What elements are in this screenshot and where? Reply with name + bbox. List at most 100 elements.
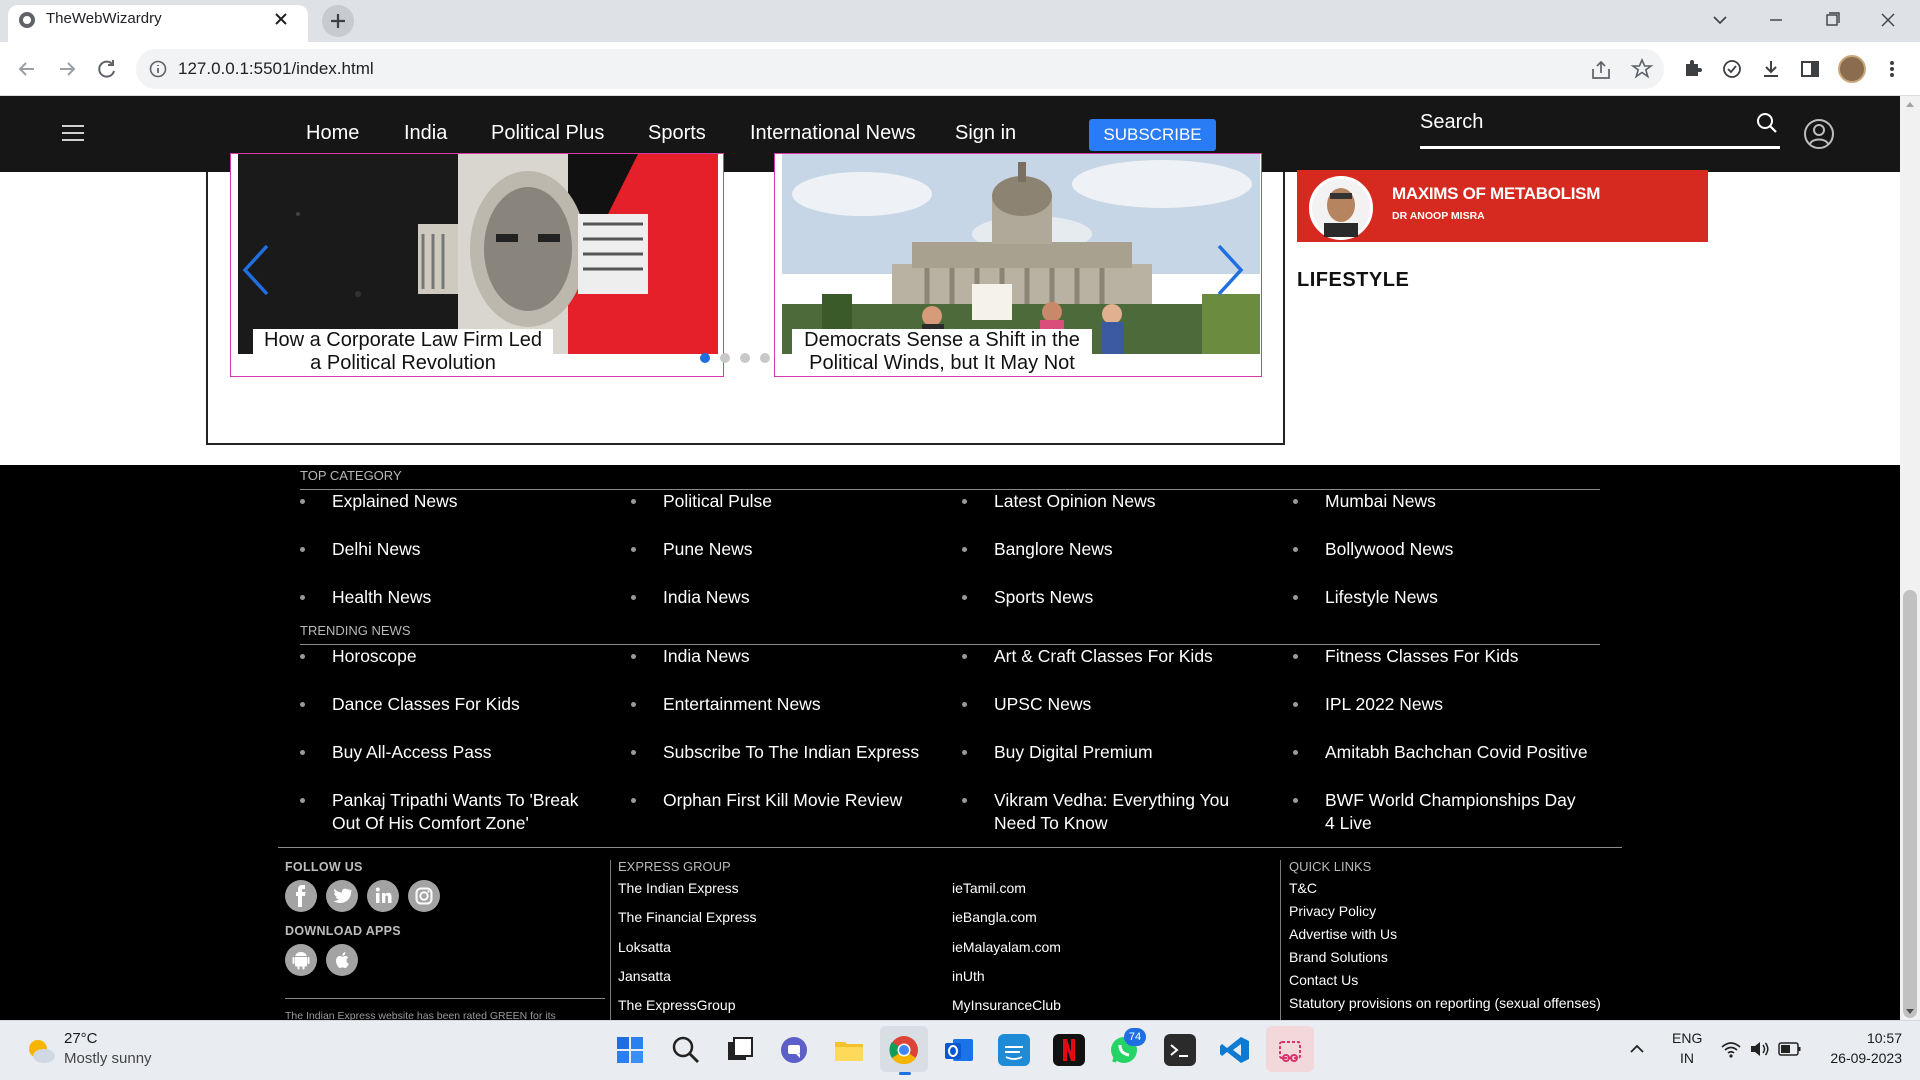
footer-link[interactable]: Bollywood News: [1293, 538, 1613, 561]
footer-link[interactable]: Political Pulse: [631, 490, 951, 513]
extensions-icon[interactable]: [1681, 57, 1705, 81]
footer-link[interactable]: Mumbai News: [1293, 490, 1613, 513]
apple-icon[interactable]: [326, 944, 358, 976]
back-arrow-icon[interactable]: [14, 56, 40, 82]
slide-card-1[interactable]: How a Corporate Law Firm Led a Political…: [230, 153, 724, 377]
footer-link[interactable]: Advertise with Us: [1289, 927, 1397, 941]
close-window-icon[interactable]: [1860, 0, 1916, 40]
clock-date[interactable]: 26-09-2023: [1820, 1050, 1902, 1066]
reload-icon[interactable]: [94, 56, 120, 82]
footer-link[interactable]: Entertainment News: [631, 693, 951, 716]
new-tab-button[interactable]: [322, 5, 354, 37]
footer-link[interactable]: Vikram Vedha: Everything You Need To Kno…: [962, 789, 1252, 835]
footer-link[interactable]: India News: [631, 586, 951, 609]
footer-link[interactable]: ieMalayalam.com: [952, 940, 1061, 954]
footer-link[interactable]: Amitabh Bachchan Covid Positive: [1293, 741, 1613, 764]
footer-link[interactable]: Sports News: [962, 586, 1282, 609]
slider-dot-1[interactable]: [700, 353, 710, 363]
battery-icon[interactable]: [1778, 1041, 1802, 1057]
footer-link[interactable]: Subscribe To The Indian Express: [631, 741, 951, 764]
footer-link[interactable]: ieBangla.com: [952, 910, 1037, 924]
chrome-icon[interactable]: [888, 1034, 920, 1066]
instagram-icon[interactable]: [408, 880, 440, 912]
footer-link[interactable]: inUth: [952, 969, 985, 983]
subscribe-button[interactable]: SUBSCRIBE: [1089, 119, 1216, 151]
footer-link[interactable]: Dance Classes For Kids: [300, 693, 620, 716]
extension-sync-icon[interactable]: [1720, 57, 1744, 81]
slider-dot-2[interactable]: [720, 353, 730, 363]
bookmark-star-icon[interactable]: [1630, 57, 1654, 81]
nav-sports[interactable]: Sports: [648, 122, 706, 145]
footer-link[interactable]: MyInsuranceClub: [952, 998, 1061, 1012]
footer-link[interactable]: The Financial Express: [618, 910, 757, 924]
close-icon[interactable]: [272, 10, 290, 28]
scroll-up-arrow-icon[interactable]: [1905, 100, 1915, 108]
footer-link[interactable]: Art & Craft Classes For Kids: [962, 645, 1282, 668]
footer-link[interactable]: Fitness Classes For Kids: [1293, 645, 1613, 668]
scrollbar-thumb[interactable]: [1903, 590, 1917, 1018]
footer-link[interactable]: Buy All-Access Pass: [300, 741, 620, 764]
slider-next-arrow-icon[interactable]: [1215, 244, 1245, 296]
task-view-icon[interactable]: [724, 1034, 756, 1066]
footer-link[interactable]: The ExpressGroup: [618, 998, 736, 1012]
taskbar-search-icon[interactable]: [670, 1034, 702, 1066]
footer-link[interactable]: IPL 2022 News: [1293, 693, 1613, 716]
hamburger-menu-icon[interactable]: [60, 122, 86, 144]
footer-link[interactable]: Brand Solutions: [1289, 950, 1388, 964]
footer-link[interactable]: Jansatta: [618, 969, 671, 983]
teams-chat-icon[interactable]: [778, 1034, 810, 1066]
footer-link[interactable]: Loksatta: [618, 940, 671, 954]
nav-international-news[interactable]: International News: [750, 122, 916, 145]
footer-link[interactable]: Delhi News: [300, 538, 620, 561]
footer-link[interactable]: T&C: [1289, 881, 1317, 895]
wifi-icon[interactable]: [1720, 1039, 1742, 1059]
nav-political-plus[interactable]: Political Plus: [491, 122, 604, 145]
footer-link[interactable]: Privacy Policy: [1289, 904, 1376, 918]
download-icon[interactable]: [1759, 57, 1783, 81]
facebook-icon[interactable]: [285, 880, 317, 912]
tab-search-chevron-icon[interactable]: [1692, 0, 1748, 40]
footer-link[interactable]: Lifestyle News: [1293, 586, 1613, 609]
footer-link[interactable]: Pune News: [631, 538, 951, 561]
nav-home[interactable]: Home: [306, 122, 359, 145]
search-icon[interactable]: [1755, 111, 1779, 135]
footer-link[interactable]: Orphan First Kill Movie Review: [631, 789, 951, 812]
weather-sun-icon[interactable]: [24, 1034, 58, 1068]
forward-arrow-icon[interactable]: [54, 56, 80, 82]
footer-link[interactable]: India News: [631, 645, 951, 668]
slider-prev-arrow-icon[interactable]: [241, 244, 271, 296]
twitter-icon[interactable]: [326, 880, 358, 912]
site-info-icon[interactable]: [149, 60, 167, 78]
user-account-icon[interactable]: [1803, 118, 1835, 150]
file-explorer-icon[interactable]: [833, 1034, 865, 1066]
slider-dot-4[interactable]: [760, 353, 770, 363]
snipping-tool-icon[interactable]: [1274, 1034, 1306, 1066]
android-icon[interactable]: [285, 944, 317, 976]
footer-link[interactable]: Buy Digital Premium: [962, 741, 1282, 764]
slide-card-2[interactable]: Democrats Sense a Shift in the Political…: [774, 153, 1262, 377]
footer-link[interactable]: Pankaj Tripathi Wants To 'Break Out Of H…: [300, 789, 590, 835]
footer-link[interactable]: Contact Us: [1289, 973, 1358, 987]
footer-link[interactable]: BWF World Championships Day 4 Live: [1293, 789, 1583, 835]
netflix-icon[interactable]: [1053, 1034, 1085, 1066]
prime-video-icon[interactable]: [998, 1034, 1030, 1066]
minimize-icon[interactable]: [1748, 0, 1804, 40]
footer-link[interactable]: The Indian Express: [618, 881, 739, 895]
footer-link[interactable]: Banglore News: [962, 538, 1282, 561]
linkedin-icon[interactable]: [367, 880, 399, 912]
footer-link[interactable]: Explained News: [300, 490, 620, 513]
tray-chevron-up-icon[interactable]: [1628, 1040, 1646, 1058]
ad-banner[interactable]: MAXIMS OF METABOLISM DR ANOOP MISRA: [1297, 170, 1708, 242]
footer-link[interactable]: Latest Opinion News: [962, 490, 1282, 513]
footer-link[interactable]: UPSC News: [962, 693, 1282, 716]
side-panel-icon[interactable]: [1798, 57, 1822, 81]
footer-link[interactable]: Statutory provisions on reporting (sexua…: [1289, 996, 1601, 1010]
browser-menu-icon[interactable]: [1882, 57, 1902, 81]
terminal-icon[interactable]: [1164, 1034, 1196, 1066]
share-icon[interactable]: [1589, 58, 1613, 82]
volume-icon[interactable]: [1749, 1039, 1771, 1059]
clock-time[interactable]: 10:57: [1826, 1030, 1902, 1046]
footer-link[interactable]: Health News: [300, 586, 620, 609]
restore-icon[interactable]: [1804, 0, 1860, 40]
search-input[interactable]: Search: [1420, 111, 1483, 134]
